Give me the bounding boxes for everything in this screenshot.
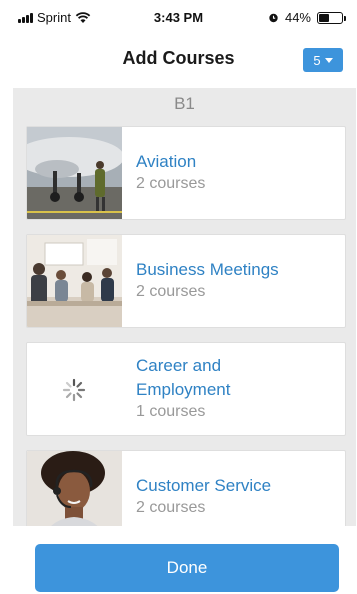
course-title: Business Meetings [136,260,279,279]
course-card-customer-service[interactable]: Customer Service 2 courses [26,450,346,526]
course-list[interactable]: B1 Aviation 2 courses Business Meetings … [13,88,356,526]
battery-percent: 44% [284,10,311,25]
course-card-career-employment[interactable]: Career and Employment 1 courses [26,342,346,436]
alarm-icon [269,13,278,23]
status-right: 44% [268,10,346,25]
course-title: Customer Service [136,476,272,495]
level-dropdown-button[interactable]: 5 [303,48,343,72]
caret-down-icon [324,57,333,63]
course-count: 2 courses [136,175,206,192]
status-bar: Sprint 3:43 PM 44% [0,0,357,34]
course-card-aviation[interactable]: Aviation 2 courses [26,126,346,220]
done-button[interactable]: Done [35,544,339,592]
course-count: 2 courses [136,283,206,300]
battery-fill [319,13,329,22]
airport-thumbnail [27,127,122,219]
meeting-thumbnail [27,235,122,327]
loading-spinner-icon [27,343,122,435]
course-title: Aviation [136,152,197,171]
headset-agent-thumbnail [27,451,122,526]
footer: Done [0,526,357,594]
course-title-line2: Employment [136,380,231,399]
nav-bar: Add Courses 5 [0,34,357,88]
course-card-business-meetings[interactable]: Business Meetings 2 courses [26,234,346,328]
battery-icon [317,11,346,24]
section-header: B1 [174,94,195,113]
course-title-line1: Career and [136,356,222,375]
course-count: 1 courses [136,403,206,420]
level-value: 5 [313,52,321,68]
course-count: 2 courses [136,499,206,516]
